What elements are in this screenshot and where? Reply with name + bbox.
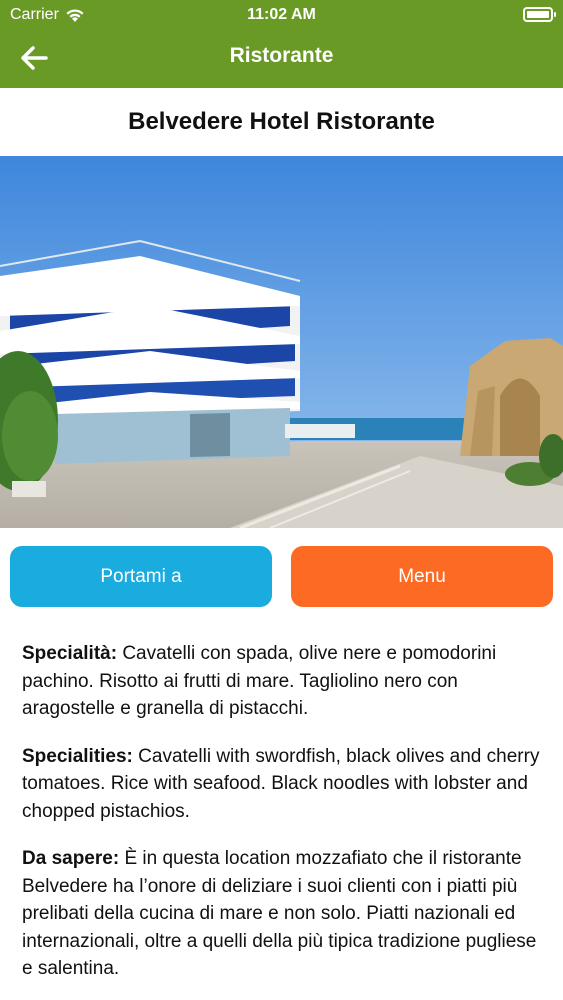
navigation-bar: Ristorante (0, 30, 563, 88)
header-bar: Carrier 11:02 AM Ristorante (0, 0, 563, 88)
da-sapere-paragraph: Da sapere: È in questa location mozzafia… (22, 845, 542, 983)
page-title: Ristorante (229, 44, 334, 67)
restaurant-photo (0, 156, 563, 528)
specialita-label: Specialità: (22, 643, 118, 664)
restaurant-description: Specialità: Cavatelli con spada, olive n… (22, 640, 542, 1000)
directions-button[interactable]: Portami a (10, 546, 272, 607)
specialita-paragraph: Specialità: Cavatelli con spada, olive n… (22, 640, 542, 723)
menu-button[interactable]: Menu (291, 546, 553, 607)
clock: 11:02 AM (247, 6, 316, 23)
specialities-label: Specialities: (22, 745, 133, 767)
battery-icon (523, 7, 556, 22)
da-sapere-label: Da sapere: (22, 848, 120, 869)
status-bar: Carrier 11:02 AM (0, 0, 563, 30)
specialities-paragraph: Specialities: Cavatelli with swordfish, … (22, 743, 542, 826)
restaurant-name: Belvedere Hotel Ristorante (128, 108, 435, 135)
